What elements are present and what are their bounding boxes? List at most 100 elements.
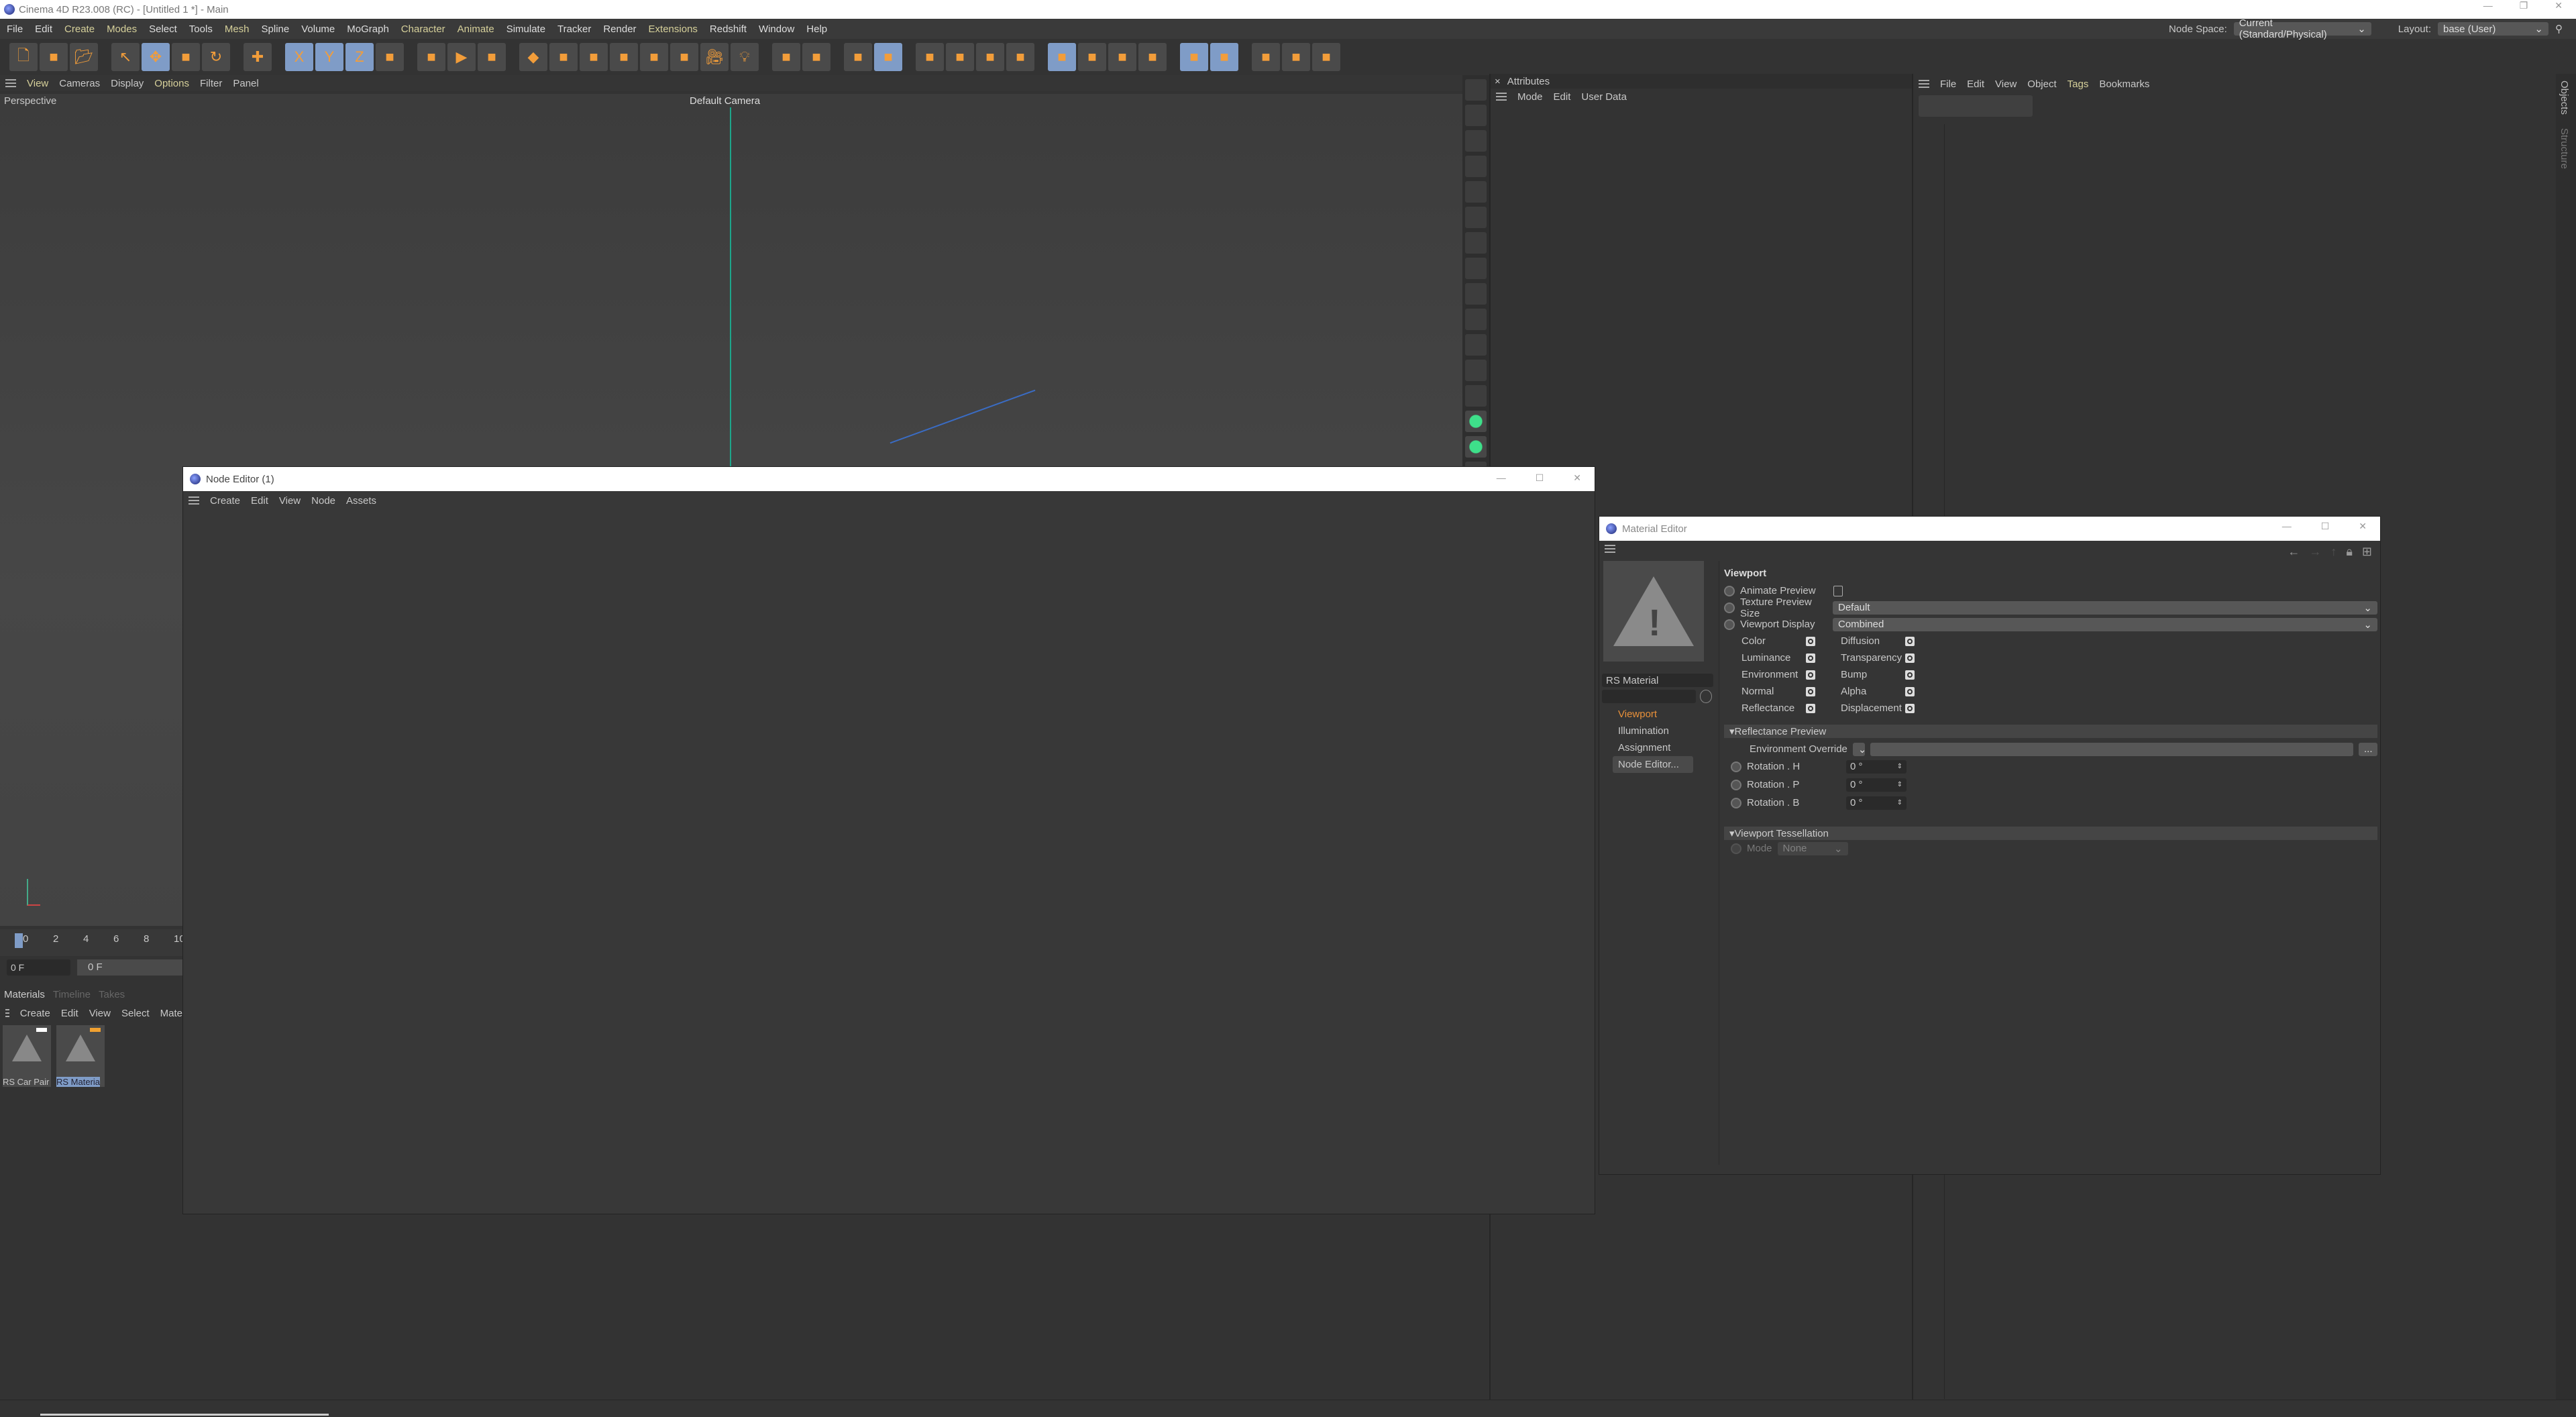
reflectance-preview-section[interactable]: ▾ Reflectance Preview [1724,725,2377,738]
keyframe-radio[interactable] [1724,619,1735,630]
rotation-field[interactable]: 0 ° ⇕ [1846,778,1907,792]
menu-edit[interactable]: Edit [1554,91,1571,103]
camera-icon[interactable]: 🎥︎ [700,43,729,71]
menu-node[interactable]: Node [311,495,335,507]
object-mode-icon[interactable]: ■ [1048,43,1076,71]
viewport-tool-button[interactable] [1465,181,1487,203]
menu-volume[interactable]: Volume [301,23,335,35]
menu-tracker[interactable]: Tracker [557,23,591,35]
maximize-button[interactable]: ☐ [1536,472,1544,484]
subdivision-icon[interactable]: ■ [580,43,608,71]
menu-create[interactable]: Create [20,1008,50,1019]
model-mode-icon[interactable]: ■ [916,43,944,71]
node-space-dropdown[interactable]: Current (Standard/Physical) ⌄ [2233,17,2371,40]
viewport-tool-button[interactable] [1465,436,1487,458]
eye-toggle-icon[interactable] [1806,653,1815,663]
light-icon[interactable]: 💡︎ [731,43,759,71]
render-view-redshift-icon[interactable]: ■ [874,43,902,71]
forward-arrow-icon[interactable]: → [2309,545,2321,559]
close-button[interactable]: ✕ [1573,472,1581,484]
material-type-dropdown[interactable] [1602,690,1696,703]
maximize-button[interactable]: ☐ [2321,521,2330,532]
menu-file[interactable]: File [1940,78,1956,90]
menu-simulate[interactable]: Simulate [506,23,545,35]
z-axis-icon[interactable]: Z [345,43,374,71]
eye-toggle-icon[interactable] [1905,670,1915,680]
close-button[interactable]: ✕ [2359,521,2367,532]
back-arrow-icon[interactable]: ← [2288,545,2300,559]
minimize-button[interactable]: — [2483,0,2493,11]
hamburger-menu-icon[interactable] [5,1009,9,1017]
viewport-tool-button[interactable] [1465,207,1487,228]
hamburger-menu-icon[interactable] [1919,80,1929,88]
eye-toggle-icon[interactable] [1806,670,1815,680]
menu-edit[interactable]: Edit [251,495,268,507]
stepper-arrows-icon[interactable]: ⇕ [1897,763,1902,770]
close-button[interactable]: ✕ [2555,0,2563,11]
recycle-icon[interactable]: ■ [802,43,830,71]
start-frame-field[interactable]: 0 F [77,959,182,976]
texture-icon[interactable]: ■ [1078,43,1106,71]
eye-toggle-icon[interactable] [1806,636,1815,646]
brace-icon[interactable]: ■ [1312,43,1340,71]
texture-preview-dropdown[interactable]: Default ⌄ [1833,600,2377,615]
menu-options[interactable]: Options [154,78,189,89]
timeline-ruler[interactable]: 0 2 4 6 8 10 [0,929,185,956]
menu-view[interactable]: View [279,495,301,507]
polygons-icon[interactable]: ■ [1006,43,1034,71]
cube-icon[interactable]: ◆ [519,43,547,71]
joint-icon[interactable]: ■ [772,43,800,71]
menu-help[interactable]: Help [806,23,827,35]
menu-redshift[interactable]: Redshift [710,23,747,35]
eye-toggle-icon[interactable] [1905,686,1915,696]
up-arrow-icon[interactable]: ↑ [2330,545,2337,559]
edges-icon[interactable]: ■ [976,43,1004,71]
viewport-display-dropdown[interactable]: Combined ⌄ [1833,617,2377,631]
menu-create[interactable]: Create [64,23,95,35]
hamburger-menu-icon[interactable] [189,496,199,505]
eye-toggle-icon[interactable] [1806,703,1815,713]
menu-select[interactable]: Select [121,1008,150,1019]
menu-modes[interactable]: Modes [107,23,137,35]
animate-preview-checkbox[interactable] [1833,585,1843,596]
keyframe-radio[interactable] [1731,797,1741,808]
pick-cursor-icon[interactable] [1700,690,1712,703]
rotation-field[interactable]: 0 ° ⇕ [1846,759,1907,774]
open-icon[interactable]: 📂︎ [70,43,98,71]
stepper-arrows-icon[interactable]: ⇕ [1897,781,1902,788]
menu-mode[interactable]: Mode [1517,91,1543,103]
material-thumbnail[interactable]: RS Car Pair [3,1025,51,1087]
viewport-tool-button[interactable] [1465,411,1487,432]
pen-icon[interactable]: ■ [549,43,578,71]
viewport-tool-button[interactable] [1465,156,1487,177]
snap-icon[interactable]: ■ [1180,43,1208,71]
snap-s-icon[interactable]: ■ [1210,43,1238,71]
viewport-tool-button[interactable] [1465,385,1487,407]
current-frame-value[interactable]: 0 F [7,959,70,976]
tab-takes[interactable]: Takes [99,989,125,1000]
menu-window[interactable]: Window [759,23,794,35]
render-icon[interactable]: ▶ [447,43,476,71]
menu-assets[interactable]: Assets [346,495,376,507]
menu-select[interactable]: Select [149,23,177,35]
env-override-field[interactable] [1870,742,2353,756]
uv-icon[interactable]: ■ [1108,43,1136,71]
rotation-field[interactable]: 0 ° ⇕ [1846,796,1907,810]
current-frame-field[interactable]: 0 F [7,959,70,976]
menu-mograph[interactable]: MoGraph [347,23,389,35]
menu-character[interactable]: Character [401,23,445,35]
camera-label[interactable]: Default Camera [690,95,760,107]
menu-edit[interactable]: Edit [61,1008,78,1019]
menu-spline[interactable]: Spline [262,23,290,35]
keyframe-radio[interactable] [1731,779,1741,790]
points-icon[interactable]: ■ [946,43,974,71]
minimize-button[interactable]: — [2282,521,2292,532]
tab-objects[interactable]: Objects [2556,74,2573,121]
keyframe-radio[interactable] [1724,602,1735,613]
viewport-tool-button[interactable] [1465,79,1487,101]
material-editor-titlebar[interactable]: Material Editor — ☐ ✕ [1599,517,2380,541]
new-scene-icon[interactable]: 🗋︎ [9,43,38,71]
deformer-icon[interactable]: ■ [640,43,668,71]
menu-mate[interactable]: Mate [160,1008,182,1019]
menu-tools[interactable]: Tools [189,23,213,35]
